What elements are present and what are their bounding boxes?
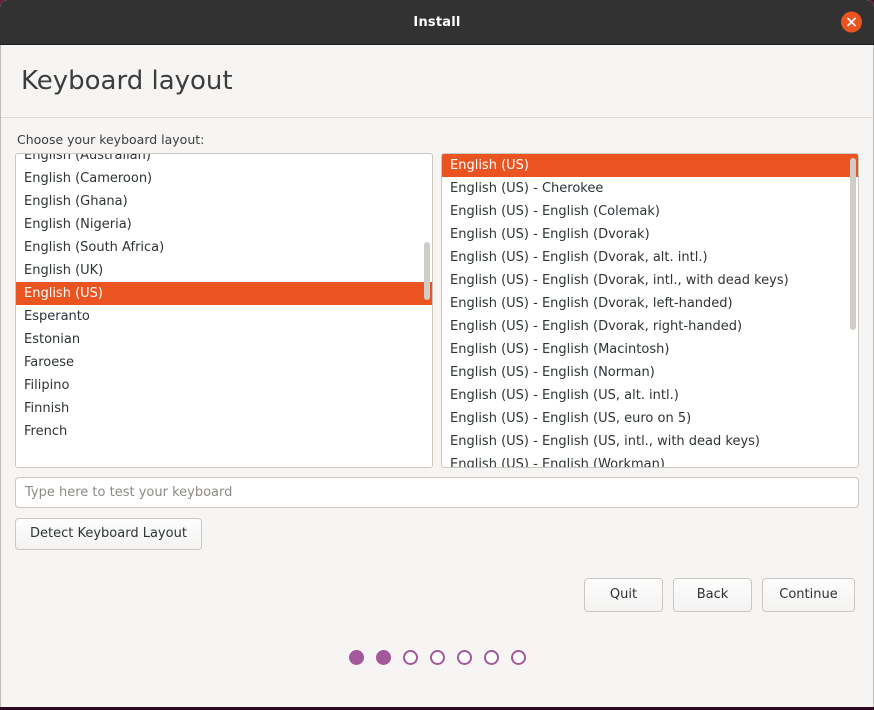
- list-item[interactable]: English (US) - Cherokee: [442, 177, 858, 200]
- layout-list-items: English (Australian) English (Cameroon) En…: [16, 154, 432, 443]
- close-x-glyph: [847, 17, 856, 27]
- progress-dot-3: [402, 649, 418, 665]
- list-item[interactable]: English (US) - English (Dvorak): [442, 223, 858, 246]
- progress-dot-4: [429, 649, 445, 665]
- list-item[interactable]: English (UK): [16, 259, 432, 282]
- list-item[interactable]: French: [16, 420, 432, 443]
- list-item[interactable]: English (US) - English (US, euro on 5): [442, 407, 858, 430]
- list-item[interactable]: English (US): [442, 153, 858, 177]
- page-header: Keyboard layout: [1, 45, 873, 118]
- navigation-buttons: Quit Back Continue: [15, 577, 859, 612]
- keyboard-variant-list[interactable]: English (US) English (US) - Cherokee Engli…: [441, 152, 859, 468]
- progress-dots: [15, 649, 859, 665]
- close-icon[interactable]: [841, 11, 862, 33]
- list-item[interactable]: English (Cameroon): [16, 167, 432, 190]
- continue-button[interactable]: Continue: [762, 577, 855, 612]
- layout-list-viewport: English (Australian) English (Cameroon) En…: [16, 154, 432, 467]
- list-item[interactable]: English (US) - English (US, intl., with …: [442, 430, 858, 453]
- window-body: Keyboard layout Choose your keyboard lay…: [0, 45, 874, 707]
- progress-dot-1: [348, 649, 364, 665]
- list-item[interactable]: English (Nigeria): [16, 213, 432, 236]
- detect-keyboard-layout-button[interactable]: Detect Keyboard Layout: [15, 517, 202, 550]
- progress-dot-7: [510, 649, 526, 665]
- list-item[interactable]: English (US) - English (US, alt. intl.): [442, 384, 858, 407]
- list-item[interactable]: English (US) - English (Dvorak, intl., w…: [442, 269, 858, 292]
- list-item[interactable]: English (Australian): [16, 154, 432, 167]
- list-item[interactable]: English (US): [16, 281, 432, 305]
- variant-list-viewport: English (US) English (US) - Cherokee Engli…: [442, 153, 858, 467]
- list-item[interactable]: English (US) - English (Dvorak, right-ha…: [442, 315, 858, 338]
- list-item[interactable]: Esperanto: [16, 305, 432, 328]
- list-item[interactable]: English (US) - English (Dvorak, left-han…: [442, 292, 858, 315]
- list-item[interactable]: Filipino: [16, 374, 432, 397]
- prompt-label: Choose your keyboard layout:: [17, 131, 205, 147]
- list-item[interactable]: English (US) - English (Colemak): [442, 200, 858, 223]
- list-item[interactable]: Estonian: [16, 328, 432, 351]
- keyboard-lists-row: English (Australian) English (Cameroon) En…: [15, 152, 859, 468]
- keyboard-layout-list[interactable]: English (Australian) English (Cameroon) En…: [15, 152, 433, 468]
- list-item[interactable]: English (US) - English (Norman): [442, 361, 858, 384]
- list-item[interactable]: English (Ghana): [16, 190, 432, 213]
- layout-list-scrollbar[interactable]: [424, 241, 430, 300]
- list-item[interactable]: English (South Africa): [16, 236, 432, 259]
- list-item[interactable]: Faroese: [16, 351, 432, 374]
- variant-list-scrollbar[interactable]: [850, 157, 856, 330]
- window-titlebar: Install: [0, 0, 874, 45]
- list-item[interactable]: Finnish: [16, 397, 432, 420]
- quit-button[interactable]: Quit: [584, 577, 663, 612]
- keyboard-test-input[interactable]: [15, 476, 859, 508]
- install-window: Install Keyboard layout Choose your keyb…: [0, 0, 874, 710]
- progress-dot-6: [483, 649, 499, 665]
- list-item[interactable]: English (US) - English (Macintosh): [442, 338, 858, 361]
- window-title: Install: [413, 14, 461, 30]
- progress-dot-5: [456, 649, 472, 665]
- page-title: Keyboard layout: [21, 66, 233, 96]
- list-item[interactable]: English (US) - English (Workman): [442, 453, 858, 467]
- list-item[interactable]: English (US) - English (Dvorak, alt. int…: [442, 246, 858, 269]
- progress-dot-2: [375, 649, 391, 665]
- back-button[interactable]: Back: [673, 577, 752, 612]
- page-content: Choose your keyboard layout: English (Au…: [1, 118, 873, 707]
- variant-list-items: English (US) English (US) - Cherokee Engli…: [442, 153, 858, 467]
